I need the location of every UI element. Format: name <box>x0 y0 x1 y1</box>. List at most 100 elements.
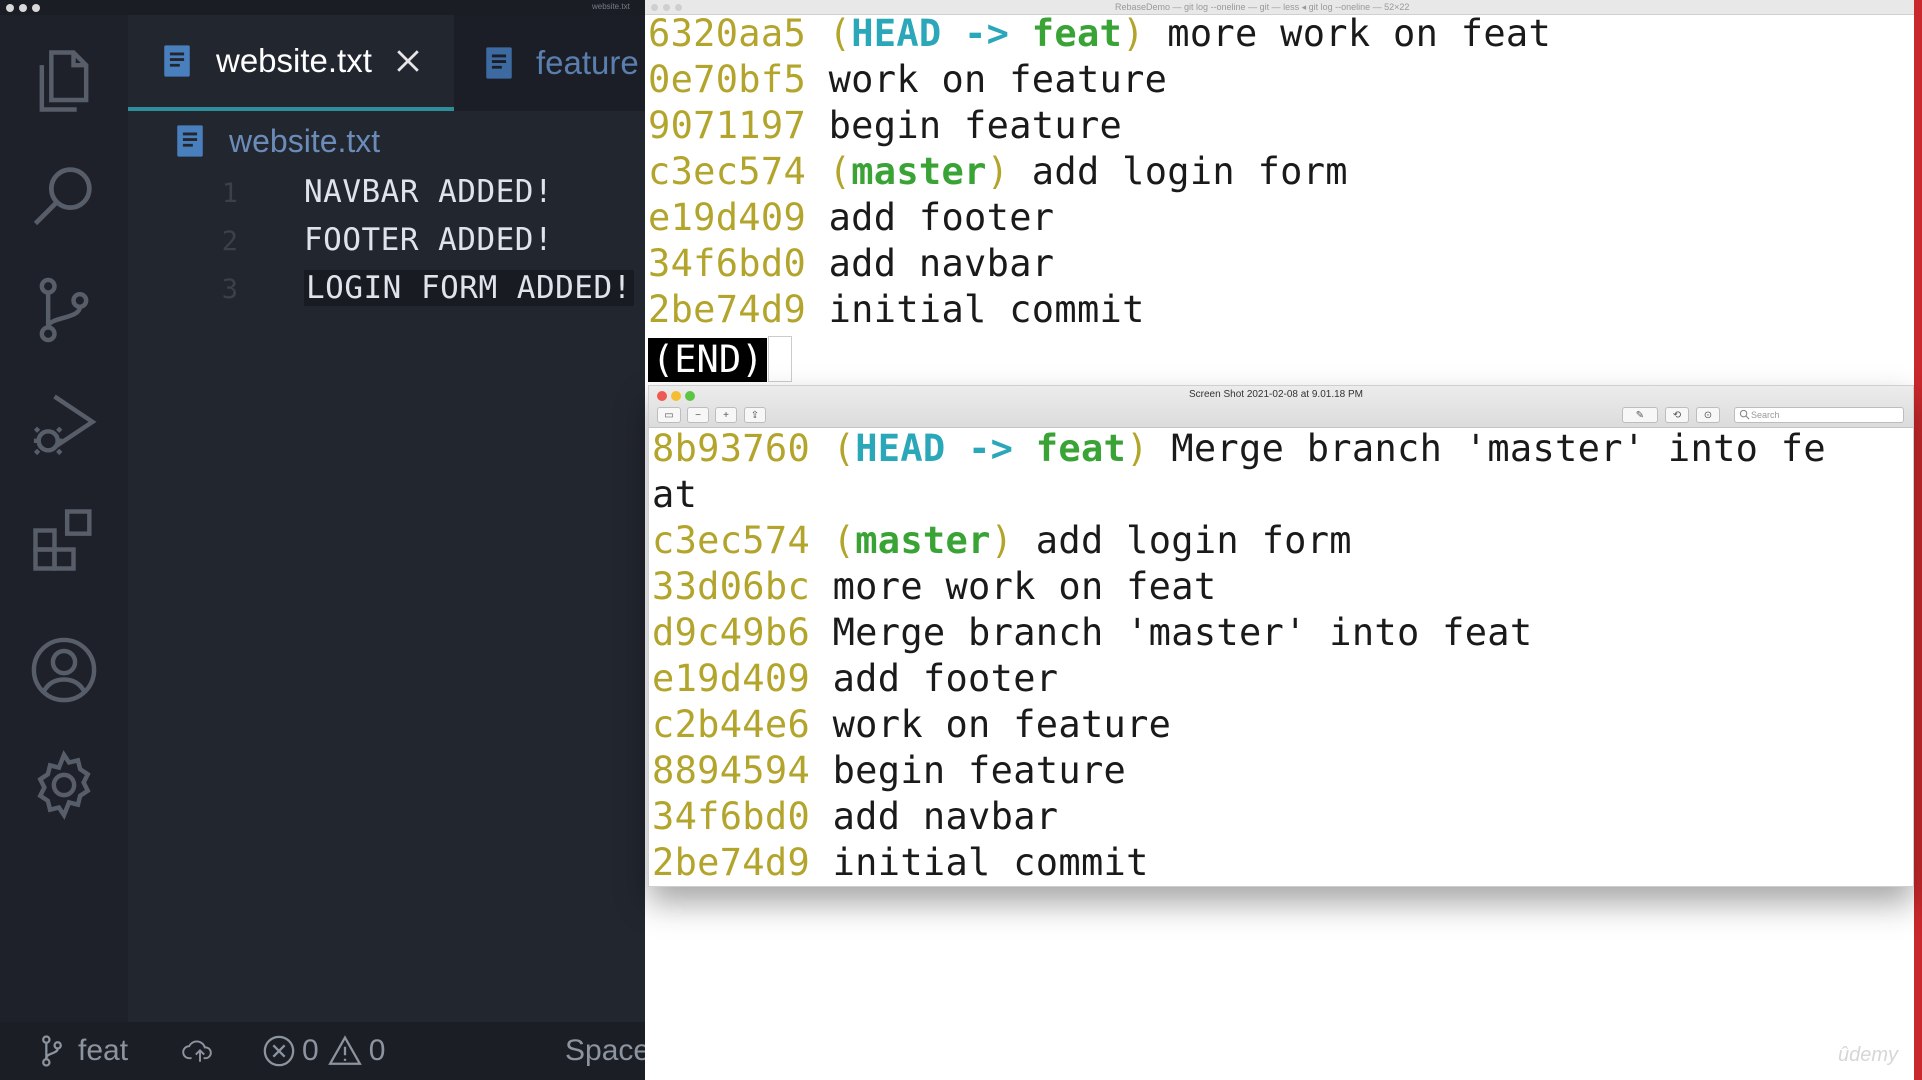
sidebar-toggle-button[interactable]: ▭ <box>657 407 681 423</box>
commit-message: add navbar <box>810 795 1059 838</box>
search-input[interactable]: Search <box>1734 407 1904 423</box>
ref-open: ( <box>810 519 856 562</box>
files-icon[interactable] <box>24 41 104 121</box>
vscode-window-title: website.txt <box>592 2 630 11</box>
breadcrumb-label: website.txt <box>229 122 381 159</box>
tab-website-txt[interactable]: website.txt <box>128 15 454 111</box>
share-button[interactable]: ⇪ <box>744 407 766 423</box>
commit-hash: e19d409 <box>648 196 807 239</box>
log-line: e19d409 add footer <box>648 196 1054 242</box>
minimize-window-dot[interactable] <box>19 4 27 12</box>
zoom-window-button[interactable] <box>685 391 695 401</box>
zoom-window-dot[interactable] <box>32 4 40 12</box>
close-window-button[interactable] <box>657 391 667 401</box>
ref-close: ) <box>1126 427 1149 470</box>
tab-feature[interactable]: feature <box>454 15 645 111</box>
commit-hash: 8b93760 <box>652 427 811 470</box>
log-line: e19d409 add footer <box>652 657 1058 703</box>
editor-tabs: website.txt feature <box>128 15 645 111</box>
ref-open: ( <box>806 150 852 193</box>
branch-ref: feat <box>1035 427 1127 470</box>
log-line: c3ec574 (master) add login form <box>652 519 1352 565</box>
search-icon <box>1739 409 1750 420</box>
extensions-icon[interactable] <box>24 500 104 580</box>
ref-open: ( <box>806 12 852 55</box>
code-line[interactable]: 1 NAVBAR ADDED! <box>128 170 645 218</box>
ref-close: ) <box>986 150 1010 193</box>
log-line: 2be74d9 initial commit <box>652 841 1149 887</box>
account-icon[interactable] <box>24 630 104 710</box>
commit-hash: 33d06bc <box>652 565 811 608</box>
branch-ref: master <box>855 519 991 562</box>
commit-hash: 9071197 <box>648 104 807 147</box>
text-file-icon <box>164 45 190 77</box>
log-line: 0e70bf5 work on feature <box>648 58 1167 104</box>
error-icon <box>263 1035 295 1067</box>
close-window-dot[interactable] <box>651 4 658 11</box>
rotate-button[interactable]: ⟲ <box>1665 407 1689 423</box>
settings-gear-icon[interactable] <box>24 745 104 825</box>
log-line: 34f6bd0 add navbar <box>652 795 1058 841</box>
close-window-dot[interactable] <box>6 4 14 12</box>
breadcrumb[interactable]: website.txt <box>175 118 380 164</box>
code-line[interactable]: 2 FOOTER ADDED! <box>128 218 645 266</box>
minimize-window-dot[interactable] <box>663 4 670 11</box>
commit-message: begin feature <box>806 104 1123 147</box>
branch-status[interactable]: feat <box>40 1032 128 1070</box>
vscode-window: website.txt website.txt feature website.… <box>0 0 645 1080</box>
log-line: 8894594 begin feature <box>652 749 1126 795</box>
commit-message: initial commit <box>810 841 1149 884</box>
commit-message: initial commit <box>806 288 1145 331</box>
line-text: NAVBAR ADDED! <box>304 174 554 210</box>
zoom-out-button[interactable]: − <box>687 407 709 423</box>
vscode-titlebar: website.txt <box>0 0 645 15</box>
search-icon[interactable] <box>24 155 104 235</box>
problems-status[interactable]: 0 0 <box>262 1032 385 1070</box>
close-tab-icon[interactable] <box>394 47 422 75</box>
line-number: 2 <box>221 226 238 257</box>
commit-hash: c2b44e6 <box>652 703 811 746</box>
sync-button[interactable] <box>182 1032 218 1070</box>
branch-ref: feat <box>1031 12 1123 55</box>
preview-title: Screen Shot 2021-02-08 at 9.01.18 PM <box>1189 389 1364 400</box>
status-bar: feat 0 0 Spaces <box>0 1022 645 1080</box>
commit-hash: e19d409 <box>652 657 811 700</box>
log-line: 34f6bd0 add navbar <box>648 242 1054 288</box>
commit-message: work on feature <box>810 703 1172 746</box>
head-ref: HEAD -> <box>855 427 1036 470</box>
ref-close: ) <box>1122 12 1145 55</box>
spaces-label: Spaces <box>565 1034 645 1067</box>
run-debug-icon[interactable] <box>24 385 104 465</box>
code-line[interactable]: 3 LOGIN FORM ADDED! <box>128 266 645 314</box>
preview-window: Screen Shot 2021-02-08 at 9.01.18 PM ▭ −… <box>648 385 1914 887</box>
line-number: 1 <box>221 178 238 209</box>
line-text: FOOTER ADDED! <box>304 222 554 258</box>
commit-hash: d9c49b6 <box>652 611 811 654</box>
line-text: LOGIN FORM ADDED! <box>304 270 634 306</box>
zoom-in-button[interactable]: + <box>715 407 737 423</box>
log-line: c2b44e6 work on feature <box>652 703 1171 749</box>
commit-message: add login form <box>1013 519 1352 562</box>
commit-hash: 6320aa5 <box>648 12 807 55</box>
markup-button[interactable]: ✎ <box>1622 407 1658 423</box>
commit-message: add navbar <box>806 242 1055 285</box>
commit-message: more work on feat <box>810 565 1217 608</box>
text-file-icon <box>486 47 512 79</box>
commit-hash: c3ec574 <box>648 150 807 193</box>
source-control-icon[interactable] <box>24 270 104 350</box>
warning-count: 0 <box>368 1034 386 1067</box>
log-line: c3ec574 (master) add login form <box>648 150 1348 196</box>
preview-titlebar: Screen Shot 2021-02-08 at 9.01.18 PM ▭ −… <box>649 386 1913 428</box>
head-ref: HEAD -> <box>851 12 1032 55</box>
commit-message: add login form <box>1009 150 1348 193</box>
minimize-window-button[interactable] <box>671 391 681 401</box>
commit-hash: 2be74d9 <box>648 288 807 331</box>
commit-hash: 0e70bf5 <box>648 58 807 101</box>
zoom-window-dot[interactable] <box>675 4 682 11</box>
commit-message: add footer <box>810 657 1059 700</box>
log-line: 33d06bc more work on feat <box>652 565 1216 611</box>
warning-icon <box>327 1035 362 1065</box>
annotate-button[interactable]: ⊙ <box>1696 407 1720 423</box>
window-edge <box>1914 0 1922 1080</box>
indentation-status[interactable]: Spaces <box>565 1032 645 1070</box>
